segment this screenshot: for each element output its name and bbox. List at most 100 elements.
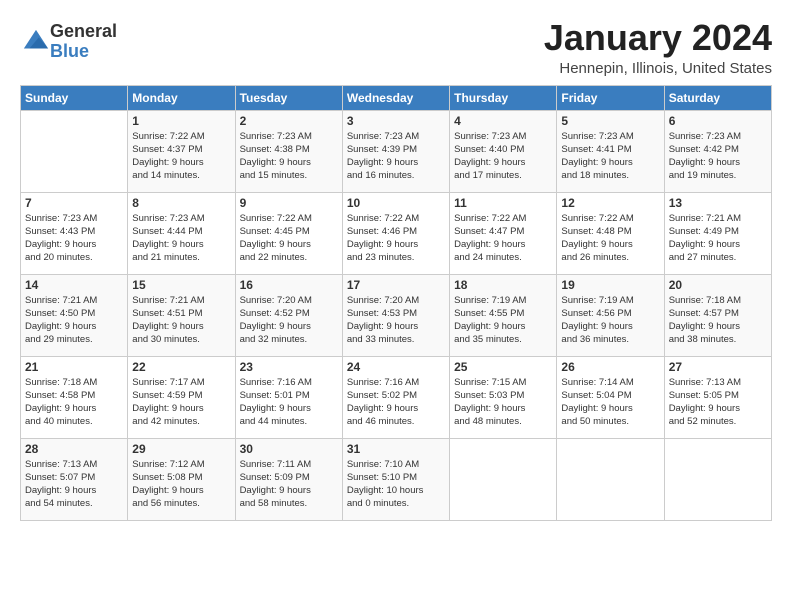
day-info: Sunrise: 7:22 AMSunset: 4:37 PMDaylight:… [132, 130, 230, 183]
header-saturday: Saturday [664, 85, 771, 110]
day-info: Sunrise: 7:18 AMSunset: 4:58 PMDaylight:… [25, 376, 123, 429]
day-cell: 30 Sunrise: 7:11 AMSunset: 5:09 PMDayligh… [235, 438, 342, 520]
day-info: Sunrise: 7:21 AMSunset: 4:50 PMDaylight:… [25, 294, 123, 347]
day-number: 2 [240, 114, 338, 128]
day-cell: 3Sunrise: 7:23 AMSunset: 4:39 PMDaylight… [342, 110, 449, 192]
day-info: Sunrise: 7:21 AMSunset: 4:51 PMDaylight:… [132, 294, 230, 347]
day-info: Sunrise: 7:23 AMSunset: 4:44 PMDaylight:… [132, 212, 230, 265]
day-cell: 8 Sunrise: 7:23 AMSunset: 4:44 PMDaylight… [128, 192, 235, 274]
header-sunday: Sunday [21, 85, 128, 110]
day-info: Sunrise: 7:19 AMSunset: 4:55 PMDaylight:… [454, 294, 552, 347]
day-cell: 31 Sunrise: 7:10 AMSunset: 5:10 PMDayligh… [342, 438, 449, 520]
day-cell [450, 438, 557, 520]
day-cell: 28 Sunrise: 7:13 AMSunset: 5:07 PMDayligh… [21, 438, 128, 520]
day-number: 3 [347, 114, 445, 128]
day-number: 27 [669, 360, 767, 374]
day-info: Sunrise: 7:13 AMSunset: 5:07 PMDaylight:… [25, 458, 123, 511]
day-info: Sunrise: 7:23 AMSunset: 4:38 PMDaylight:… [240, 130, 338, 183]
day-info: Sunrise: 7:16 AMSunset: 5:01 PMDaylight:… [240, 376, 338, 429]
header-monday: Monday [128, 85, 235, 110]
day-number: 29 [132, 442, 230, 456]
day-number: 25 [454, 360, 552, 374]
day-cell: 27 Sunrise: 7:13 AMSunset: 5:05 PMDayligh… [664, 356, 771, 438]
header-friday: Friday [557, 85, 664, 110]
week-row-3: 14 Sunrise: 7:21 AMSunset: 4:50 PMDayligh… [21, 274, 772, 356]
day-info: Sunrise: 7:10 AMSunset: 5:10 PMDaylight:… [347, 458, 445, 511]
logo-icon [22, 28, 50, 56]
day-info: Sunrise: 7:22 AMSunset: 4:45 PMDaylight:… [240, 212, 338, 265]
month-title: January 2024 [544, 18, 772, 58]
calendar-table: SundayMondayTuesdayWednesdayThursdayFrid… [20, 85, 772, 521]
day-cell: 12Sunrise: 7:22 AMSunset: 4:48 PMDayligh… [557, 192, 664, 274]
calendar-page: General Blue January 2024 Hennepin, Illi… [0, 0, 792, 612]
day-number: 6 [669, 114, 767, 128]
day-info: Sunrise: 7:21 AMSunset: 4:49 PMDaylight:… [669, 212, 767, 265]
day-number: 28 [25, 442, 123, 456]
day-number: 16 [240, 278, 338, 292]
day-cell: 4Sunrise: 7:23 AMSunset: 4:40 PMDaylight… [450, 110, 557, 192]
day-number: 22 [132, 360, 230, 374]
day-cell: 13 Sunrise: 7:21 AMSunset: 4:49 PMDayligh… [664, 192, 771, 274]
day-number: 31 [347, 442, 445, 456]
day-cell: 15 Sunrise: 7:21 AMSunset: 4:51 PMDayligh… [128, 274, 235, 356]
day-number: 4 [454, 114, 552, 128]
day-cell: 22 Sunrise: 7:17 AMSunset: 4:59 PMDayligh… [128, 356, 235, 438]
header-wednesday: Wednesday [342, 85, 449, 110]
day-cell [557, 438, 664, 520]
day-info: Sunrise: 7:14 AMSunset: 5:04 PMDaylight:… [561, 376, 659, 429]
day-info: Sunrise: 7:23 AMSunset: 4:41 PMDaylight:… [561, 130, 659, 183]
day-number: 23 [240, 360, 338, 374]
day-info: Sunrise: 7:20 AMSunset: 4:53 PMDaylight:… [347, 294, 445, 347]
day-info: Sunrise: 7:20 AMSunset: 4:52 PMDaylight:… [240, 294, 338, 347]
day-cell: 1Sunrise: 7:22 AMSunset: 4:37 PMDaylight… [128, 110, 235, 192]
day-cell: 29 Sunrise: 7:12 AMSunset: 5:08 PMDayligh… [128, 438, 235, 520]
day-number: 26 [561, 360, 659, 374]
day-number: 15 [132, 278, 230, 292]
day-number: 13 [669, 196, 767, 210]
day-cell: 7Sunrise: 7:23 AMSunset: 4:43 PMDaylight… [21, 192, 128, 274]
day-cell: 20Sunrise: 7:18 AMSunset: 4:57 PMDayligh… [664, 274, 771, 356]
day-number: 20 [669, 278, 767, 292]
day-number: 9 [240, 196, 338, 210]
day-number: 12 [561, 196, 659, 210]
day-cell: 5Sunrise: 7:23 AMSunset: 4:41 PMDaylight… [557, 110, 664, 192]
day-number: 14 [25, 278, 123, 292]
day-number: 7 [25, 196, 123, 210]
day-info: Sunrise: 7:17 AMSunset: 4:59 PMDaylight:… [132, 376, 230, 429]
day-info: Sunrise: 7:12 AMSunset: 5:08 PMDaylight:… [132, 458, 230, 511]
day-cell: 24Sunrise: 7:16 AMSunset: 5:02 PMDayligh… [342, 356, 449, 438]
day-cell: 18Sunrise: 7:19 AMSunset: 4:55 PMDayligh… [450, 274, 557, 356]
day-info: Sunrise: 7:13 AMSunset: 5:05 PMDaylight:… [669, 376, 767, 429]
day-cell [21, 110, 128, 192]
day-cell: 11Sunrise: 7:22 AMSunset: 4:47 PMDayligh… [450, 192, 557, 274]
day-cell: 6 Sunrise: 7:23 AMSunset: 4:42 PMDaylight… [664, 110, 771, 192]
week-row-5: 28 Sunrise: 7:13 AMSunset: 5:07 PMDayligh… [21, 438, 772, 520]
day-number: 30 [240, 442, 338, 456]
day-cell: 14 Sunrise: 7:21 AMSunset: 4:50 PMDayligh… [21, 274, 128, 356]
week-row-2: 7Sunrise: 7:23 AMSunset: 4:43 PMDaylight… [21, 192, 772, 274]
day-info: Sunrise: 7:16 AMSunset: 5:02 PMDaylight:… [347, 376, 445, 429]
day-cell: 25 Sunrise: 7:15 AMSunset: 5:03 PMDayligh… [450, 356, 557, 438]
day-cell: 2 Sunrise: 7:23 AMSunset: 4:38 PMDaylight… [235, 110, 342, 192]
day-info: Sunrise: 7:23 AMSunset: 4:42 PMDaylight:… [669, 130, 767, 183]
day-number: 19 [561, 278, 659, 292]
header-thursday: Thursday [450, 85, 557, 110]
day-cell: 17Sunrise: 7:20 AMSunset: 4:53 PMDayligh… [342, 274, 449, 356]
day-cell: 16 Sunrise: 7:20 AMSunset: 4:52 PMDayligh… [235, 274, 342, 356]
day-info: Sunrise: 7:22 AMSunset: 4:46 PMDaylight:… [347, 212, 445, 265]
logo: General Blue [20, 22, 117, 62]
day-info: Sunrise: 7:11 AMSunset: 5:09 PMDaylight:… [240, 458, 338, 511]
day-info: Sunrise: 7:15 AMSunset: 5:03 PMDaylight:… [454, 376, 552, 429]
day-number: 10 [347, 196, 445, 210]
week-row-4: 21Sunrise: 7:18 AMSunset: 4:58 PMDayligh… [21, 356, 772, 438]
day-cell [664, 438, 771, 520]
day-cell: 21Sunrise: 7:18 AMSunset: 4:58 PMDayligh… [21, 356, 128, 438]
day-cell: 19Sunrise: 7:19 AMSunset: 4:56 PMDayligh… [557, 274, 664, 356]
week-row-1: 1Sunrise: 7:22 AMSunset: 4:37 PMDaylight… [21, 110, 772, 192]
day-cell: 23 Sunrise: 7:16 AMSunset: 5:01 PMDayligh… [235, 356, 342, 438]
day-number: 8 [132, 196, 230, 210]
header-tuesday: Tuesday [235, 85, 342, 110]
day-info: Sunrise: 7:22 AMSunset: 4:47 PMDaylight:… [454, 212, 552, 265]
logo-blue-text: Blue [50, 41, 89, 61]
page-header: General Blue January 2024 Hennepin, Illi… [20, 18, 772, 77]
